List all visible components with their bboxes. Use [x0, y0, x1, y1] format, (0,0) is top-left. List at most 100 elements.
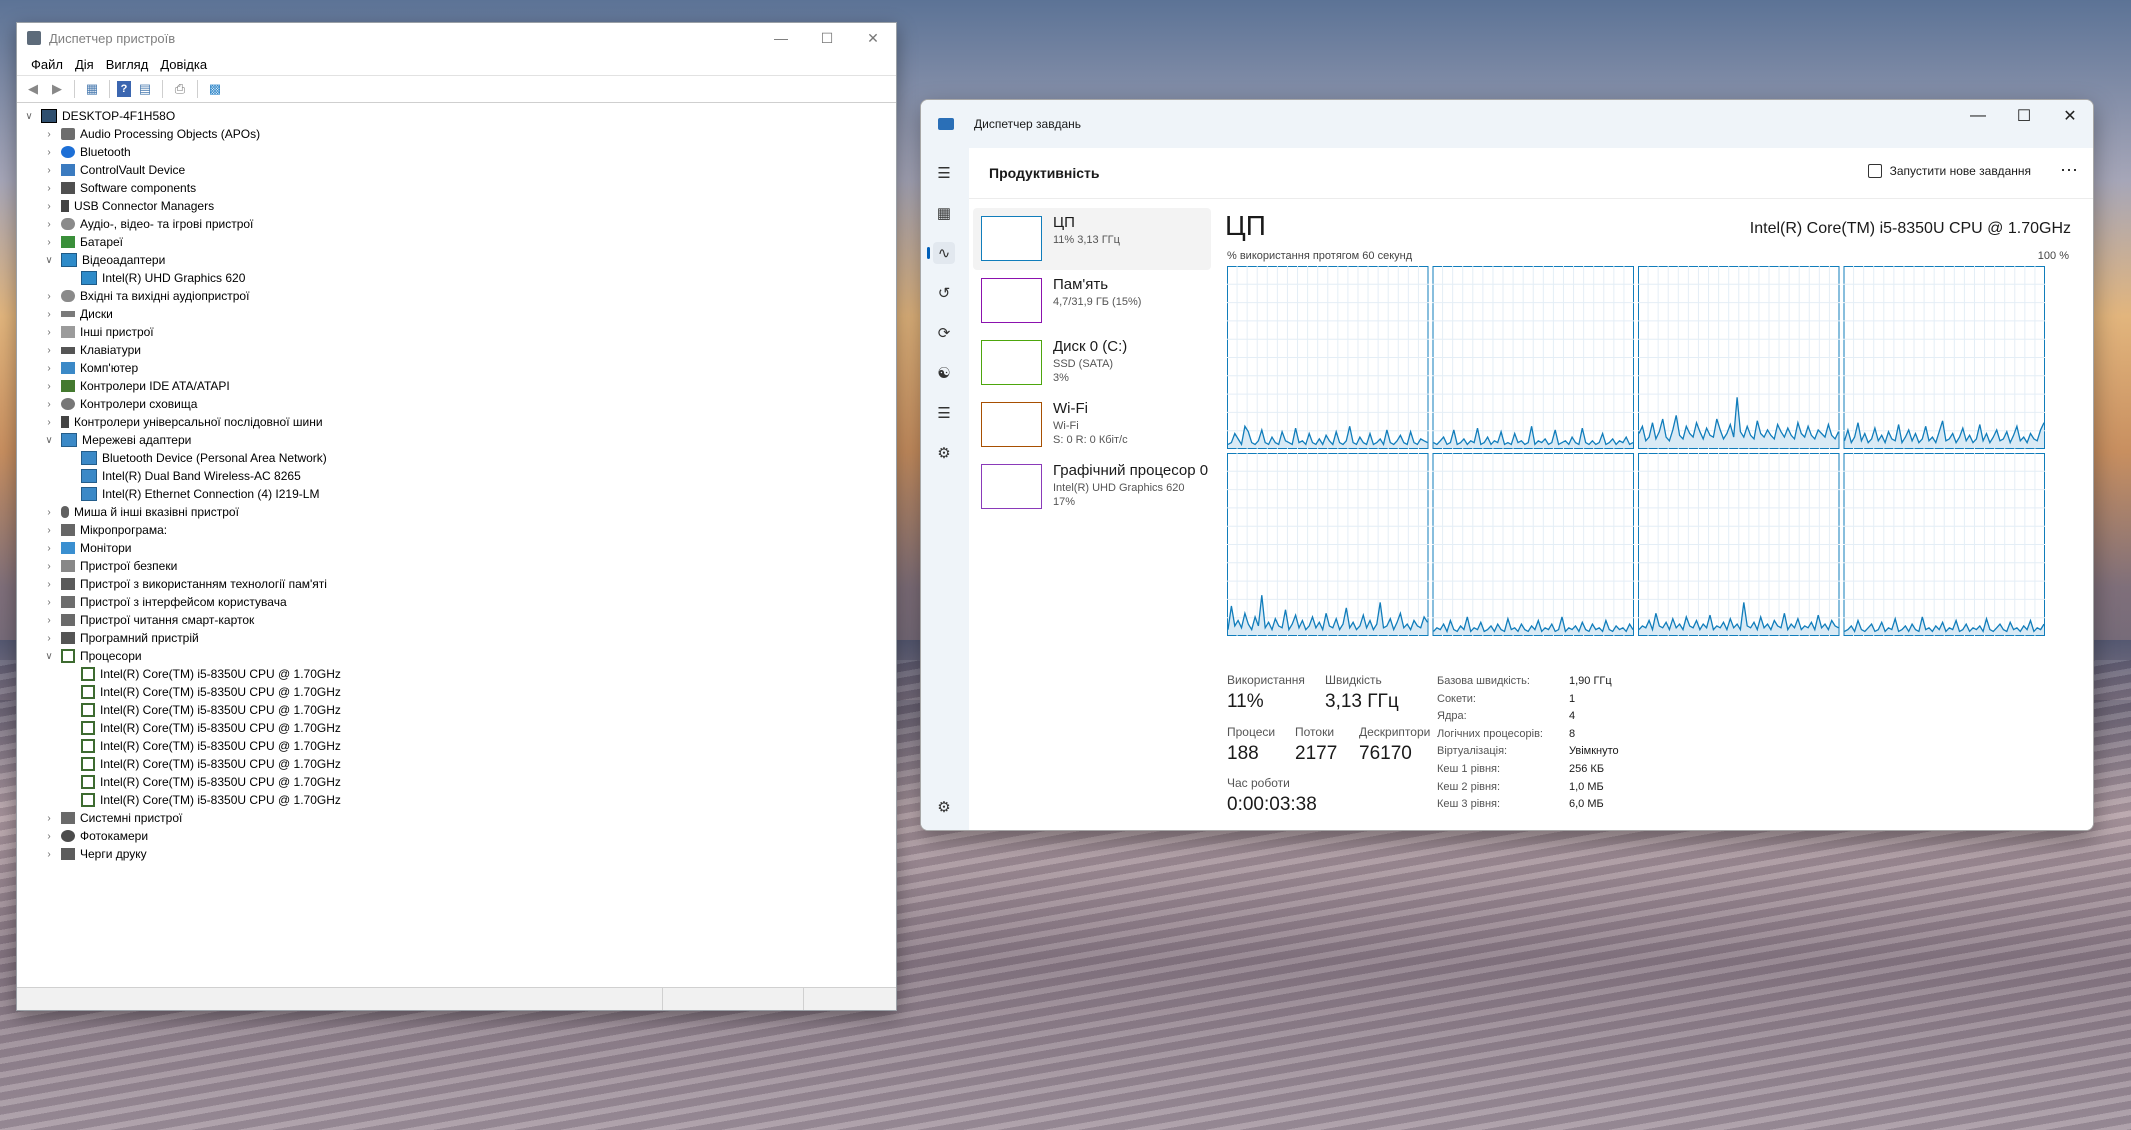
- tree-category[interactable]: › Миша й інші вказівні пристрої: [17, 503, 896, 521]
- chevron-right-icon[interactable]: ›: [43, 813, 55, 824]
- tree-device[interactable]: Intel(R) Dual Band Wireless-AC 8265: [17, 467, 896, 485]
- tree-category[interactable]: › Диски: [17, 305, 896, 323]
- tree-device[interactable]: Intel(R) Ethernet Connection (4) I219-LM: [17, 485, 896, 503]
- tree-device[interactable]: Intel(R) Core(TM) i5-8350U CPU @ 1.70GHz: [17, 737, 896, 755]
- app-history-icon[interactable]: ↺: [933, 282, 955, 304]
- menu-help[interactable]: Довідка: [154, 57, 213, 72]
- more-options-button[interactable]: ⋯: [2057, 160, 2081, 181]
- tree-category[interactable]: › Контролери універсальної послідовної ши…: [17, 413, 896, 431]
- chevron-right-icon[interactable]: ›: [43, 633, 55, 644]
- tree-category[interactable]: ∨ Мережеві адаптери: [17, 431, 896, 449]
- performance-icon[interactable]: ∿: [927, 242, 955, 264]
- startup-icon[interactable]: ⟳: [933, 322, 955, 344]
- tree-device[interactable]: Intel(R) Core(TM) i5-8350U CPU @ 1.70GHz: [17, 773, 896, 791]
- back-icon[interactable]: ◀: [23, 79, 43, 99]
- chevron-right-icon[interactable]: ›: [43, 363, 55, 374]
- properties-icon[interactable]: ▦: [82, 79, 102, 99]
- tree-category[interactable]: ∨ Відеоадаптери: [17, 251, 896, 269]
- processes-icon[interactable]: ▦: [933, 202, 955, 224]
- tree-category[interactable]: › Черги друку: [17, 845, 896, 863]
- run-new-task-button[interactable]: Запустити нове завдання: [1867, 164, 2031, 178]
- tree-category[interactable]: › Системні пристрої: [17, 809, 896, 827]
- tree-category[interactable]: › Bluetooth: [17, 143, 896, 161]
- tree-category[interactable]: › Аудіо-, відео- та ігрові пристрої: [17, 215, 896, 233]
- chevron-right-icon[interactable]: ›: [43, 219, 55, 230]
- tree-category[interactable]: › Комп'ютер: [17, 359, 896, 377]
- chevron-right-icon[interactable]: ›: [43, 615, 55, 626]
- chevron-right-icon[interactable]: ›: [43, 165, 55, 176]
- tree-category[interactable]: › Пристрої з використанням технології пам…: [17, 575, 896, 593]
- monitor-icon[interactable]: ▩: [205, 79, 225, 99]
- tree-category[interactable]: › Інші пристрої: [17, 323, 896, 341]
- tree-category[interactable]: › Клавіатури: [17, 341, 896, 359]
- chevron-right-icon[interactable]: ›: [43, 381, 55, 392]
- tree-category[interactable]: › Контролери IDE ATA/ATAPI: [17, 377, 896, 395]
- tree-device[interactable]: Bluetooth Device (Personal Area Network): [17, 449, 896, 467]
- tree-category[interactable]: › Вхідні та вихідні аудіопристрої: [17, 287, 896, 305]
- perf-item[interactable]: ЦП 11% 3,13 ГГц: [973, 208, 1211, 270]
- minimize-button[interactable]: —: [758, 23, 804, 53]
- scan-icon[interactable]: ⎙: [170, 79, 190, 99]
- tree-root[interactable]: ∨ DESKTOP-4F1H58O: [17, 107, 896, 125]
- close-button[interactable]: ✕: [850, 23, 896, 53]
- chevron-right-icon[interactable]: ›: [43, 579, 55, 590]
- tree-device[interactable]: Intel(R) Core(TM) i5-8350U CPU @ 1.70GHz: [17, 683, 896, 701]
- services-icon[interactable]: ⚙: [933, 442, 955, 464]
- tree-category[interactable]: › Пристрої безпеки: [17, 557, 896, 575]
- tree-category[interactable]: › Software components: [17, 179, 896, 197]
- tree-device[interactable]: Intel(R) Core(TM) i5-8350U CPU @ 1.70GHz: [17, 665, 896, 683]
- chevron-right-icon[interactable]: ›: [43, 831, 55, 842]
- chevron-down-icon[interactable]: ∨: [43, 255, 55, 266]
- tree-category[interactable]: › Фотокамери: [17, 827, 896, 845]
- tree-category[interactable]: › USB Connector Managers: [17, 197, 896, 215]
- chevron-right-icon[interactable]: ›: [43, 507, 55, 518]
- tree-category[interactable]: › Мікропрограма:: [17, 521, 896, 539]
- perf-item[interactable]: Wi-Fi Wi-Fi S: 0 R: 0 Кбіт/с: [973, 394, 1211, 456]
- tree-category[interactable]: › Audio Processing Objects (APOs): [17, 125, 896, 143]
- device-manager-window[interactable]: Диспетчер пристроїв — ☐ ✕ Файл Дія Вигля…: [16, 22, 897, 1011]
- minimize-button[interactable]: —: [1955, 100, 2001, 132]
- hamburger-icon[interactable]: ☰: [933, 162, 955, 184]
- tree-category[interactable]: › Пристрої з інтерфейсом користувача: [17, 593, 896, 611]
- tree-device[interactable]: Intel(R) UHD Graphics 620: [17, 269, 896, 287]
- tree-category[interactable]: › ControlVault Device: [17, 161, 896, 179]
- details-icon[interactable]: ☰: [933, 402, 955, 424]
- chevron-down-icon[interactable]: ∨: [43, 651, 55, 662]
- menu-action[interactable]: Дія: [69, 57, 100, 72]
- chevron-right-icon[interactable]: ›: [43, 201, 55, 212]
- chevron-right-icon[interactable]: ›: [43, 345, 55, 356]
- chevron-down-icon[interactable]: ∨: [23, 111, 35, 122]
- tree-category[interactable]: › Пристрої читання смарт-карток: [17, 611, 896, 629]
- tree-device[interactable]: Intel(R) Core(TM) i5-8350U CPU @ 1.70GHz: [17, 755, 896, 773]
- chevron-right-icon[interactable]: ›: [43, 291, 55, 302]
- chevron-right-icon[interactable]: ›: [43, 183, 55, 194]
- forward-icon[interactable]: ▶: [47, 79, 67, 99]
- tree-category[interactable]: › Монітори: [17, 539, 896, 557]
- chevron-right-icon[interactable]: ›: [43, 327, 55, 338]
- chevron-right-icon[interactable]: ›: [43, 525, 55, 536]
- chevron-right-icon[interactable]: ›: [43, 399, 55, 410]
- tree-category[interactable]: › Контролери сховища: [17, 395, 896, 413]
- device-tree[interactable]: ∨ DESKTOP-4F1H58O › Audio Processing Obje…: [17, 103, 896, 986]
- chevron-right-icon[interactable]: ›: [43, 129, 55, 140]
- settings-icon[interactable]: ⚙: [933, 796, 955, 818]
- tree-device[interactable]: Intel(R) Core(TM) i5-8350U CPU @ 1.70GHz: [17, 719, 896, 737]
- help-icon[interactable]: ?: [117, 81, 131, 97]
- chevron-right-icon[interactable]: ›: [43, 543, 55, 554]
- menu-view[interactable]: Вигляд: [100, 57, 155, 72]
- perf-item[interactable]: Графічний процесор 0 Intel(R) UHD Graphic…: [973, 456, 1211, 518]
- chevron-right-icon[interactable]: ›: [43, 561, 55, 572]
- task-manager-window[interactable]: Диспетчер завдань — ☐ ✕ ☰ ▦ ∿ ↺ ⟳ ☯ ☰ ⚙ …: [920, 99, 2094, 831]
- tree-category[interactable]: ∨ Процесори: [17, 647, 896, 665]
- maximize-button[interactable]: ☐: [2001, 100, 2047, 132]
- view-icon[interactable]: ▤: [135, 79, 155, 99]
- tm-titlebar[interactable]: Диспетчер завдань: [921, 100, 2093, 148]
- tree-device[interactable]: Intel(R) Core(TM) i5-8350U CPU @ 1.70GHz: [17, 791, 896, 809]
- chevron-right-icon[interactable]: ›: [43, 147, 55, 158]
- maximize-button[interactable]: ☐: [804, 23, 850, 53]
- users-icon[interactable]: ☯: [933, 362, 955, 384]
- perf-item[interactable]: Пам'ять 4,7/31,9 ГБ (15%): [973, 270, 1211, 332]
- chevron-down-icon[interactable]: ∨: [43, 435, 55, 446]
- tree-category[interactable]: › Батареї: [17, 233, 896, 251]
- chevron-right-icon[interactable]: ›: [43, 309, 55, 320]
